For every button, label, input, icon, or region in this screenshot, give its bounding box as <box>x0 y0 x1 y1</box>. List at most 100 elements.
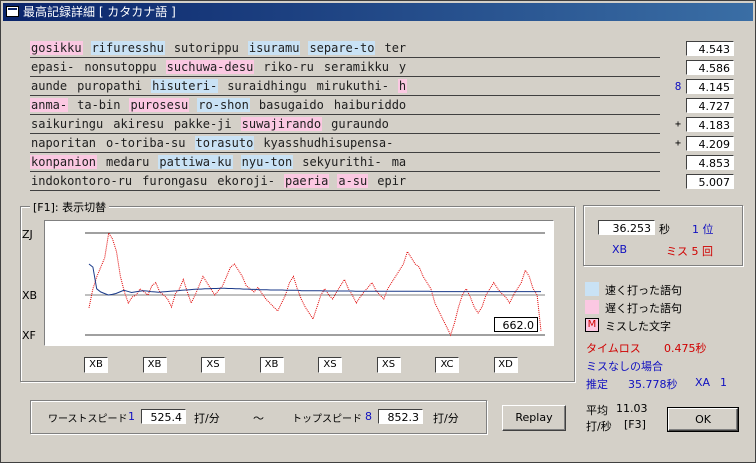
legend-miss-label: ミスした文字 <box>605 320 671 333</box>
word: indokontoro-ru <box>31 174 133 188</box>
worst-speed-label: ワーストスピード <box>48 414 128 425</box>
word: saikuringu <box>31 117 104 131</box>
row-marker: + <box>674 119 682 130</box>
replay-button[interactable]: Replay <box>502 405 566 431</box>
speed-graph[interactable] <box>44 220 554 346</box>
graph-value: 662.0 <box>494 317 538 332</box>
word-row: anma-ta-bin purosesu ro-shon basugaido haibu… <box>30 97 660 115</box>
word: aunde <box>31 79 68 93</box>
word: seramikku <box>323 60 389 74</box>
record-rank: 1 位 <box>692 223 714 236</box>
rank-box: XS <box>318 357 342 373</box>
top-speed-unit: 打/分 <box>433 412 459 425</box>
word: riko-ru <box>263 60 314 74</box>
word: epir <box>377 174 407 188</box>
word: ma <box>391 155 407 169</box>
graph-canvas <box>85 231 545 337</box>
word: pakke-ji <box>173 117 232 131</box>
word: ter <box>384 41 407 55</box>
word: y <box>398 60 407 74</box>
window-title: 最高記録詳細 [ カタカナ語 ] <box>23 5 176 19</box>
worst-speed-value: 525.4 <box>141 409 186 424</box>
word: a-su <box>337 174 369 188</box>
top-speed-value: 852.3 <box>378 409 423 424</box>
word: furongasu <box>142 174 208 188</box>
rank-box: XS <box>201 357 225 373</box>
word: separe-to <box>308 41 376 55</box>
record-grade: XB <box>612 243 628 256</box>
word-row: indokontoro-ru furongasu ekoroji-paeria a-s… <box>30 173 660 191</box>
word: pattiwa-ku <box>158 155 233 169</box>
row-marker: + <box>674 138 682 149</box>
top-speed-index: 8 <box>365 410 372 423</box>
app-icon <box>6 6 19 17</box>
word: naporitan <box>31 136 97 150</box>
word: puropathi <box>77 79 143 93</box>
word: nyu-ton <box>240 155 294 169</box>
nomiss-label: ミスなしの場合 <box>586 360 663 373</box>
word: mirukuthi- <box>316 79 389 93</box>
legend-fast-label: 速く打った語句 <box>605 284 682 297</box>
row-speed: 4.727 <box>686 98 734 113</box>
time-loss-value: 0.475秒 <box>664 342 707 355</box>
word: akiresu <box>113 117 164 131</box>
word: isuramu <box>247 41 301 55</box>
word-row: aunde puropathi hisuteri-suraidhingu miruku… <box>30 78 660 96</box>
sec-unit: 秒 <box>659 223 670 236</box>
estimate-label: 推定 <box>586 378 608 391</box>
word: medaru <box>106 155 150 169</box>
word-row: konpanion medaru pattiwa-ku nyu-ton sekyurit… <box>30 154 660 172</box>
word: suchuwa-desu <box>165 60 255 74</box>
row-speed: 4.853 <box>686 155 734 170</box>
rank-box: XC <box>435 357 459 373</box>
word: suraidhingu <box>227 79 307 93</box>
legend-slow-swatch <box>585 300 599 314</box>
blue-average-series <box>88 263 541 296</box>
rank-box: XB <box>142 357 167 373</box>
time-loss-label: タイムロス <box>586 342 641 355</box>
top-speed-label: トップスピード <box>292 414 362 425</box>
row-marker: 8 <box>674 80 682 93</box>
word: hisuteri- <box>151 79 219 93</box>
word: sekyurithi- <box>302 155 382 169</box>
estimate-value: 35.778秒 <box>628 378 678 391</box>
record-time: 36.253 <box>598 220 655 235</box>
row-speed: 4.586 <box>686 60 734 75</box>
row-speed: 4.145 <box>686 79 734 94</box>
word-row: epasi-nonsutoppu suchuwa-desu riko-ru seram… <box>30 59 660 77</box>
word: paeria <box>283 174 330 188</box>
rank-box: XB <box>259 357 284 373</box>
worst-speed-index: 1 <box>128 410 135 423</box>
avg-value: 11.03 <box>616 402 648 415</box>
worst-speed-unit: 打/分 <box>194 412 220 425</box>
red-speed-series <box>88 231 542 337</box>
estimate-rank: 1 <box>720 376 727 389</box>
word: anma- <box>30 98 69 112</box>
word: rifuresshu <box>90 41 165 55</box>
word-row: gosikku rifuresshu sutorippu isuramu separe-… <box>30 40 660 58</box>
word: epasi- <box>31 60 75 74</box>
estimate-grade: XA <box>695 376 711 389</box>
word: kyasshudhisupensa- <box>263 136 394 150</box>
miss-count: ミス 5 回 <box>666 245 713 258</box>
rank-box: XD <box>493 357 518 373</box>
word: nonsutoppu <box>84 60 157 74</box>
rank-box: XS <box>376 357 401 373</box>
word: haiburiddo <box>333 98 407 112</box>
word: ro-shon <box>197 98 250 112</box>
rank-box: XB <box>84 357 108 373</box>
word: guraundo <box>331 117 389 131</box>
word: suwajirando <box>240 117 323 131</box>
word: o-toriba-su <box>106 136 186 150</box>
speed-tilde: ～ <box>253 412 264 425</box>
graph-group-label: [F1]: 表示切替 <box>30 199 110 215</box>
word: ekoroji- <box>217 174 275 188</box>
row-speed: 4.183 <box>686 117 734 132</box>
word: purosesu <box>129 98 190 112</box>
row-speed: 5.007 <box>686 174 734 189</box>
word: sutorippu <box>173 41 239 55</box>
ok-button[interactable]: OK <box>667 407 739 432</box>
word-row: saikuringu akiresu pakke-ji suwajirando gura… <box>30 116 660 134</box>
y-label-top: ZJ <box>22 228 33 241</box>
legend-miss-swatch: M <box>585 318 599 332</box>
